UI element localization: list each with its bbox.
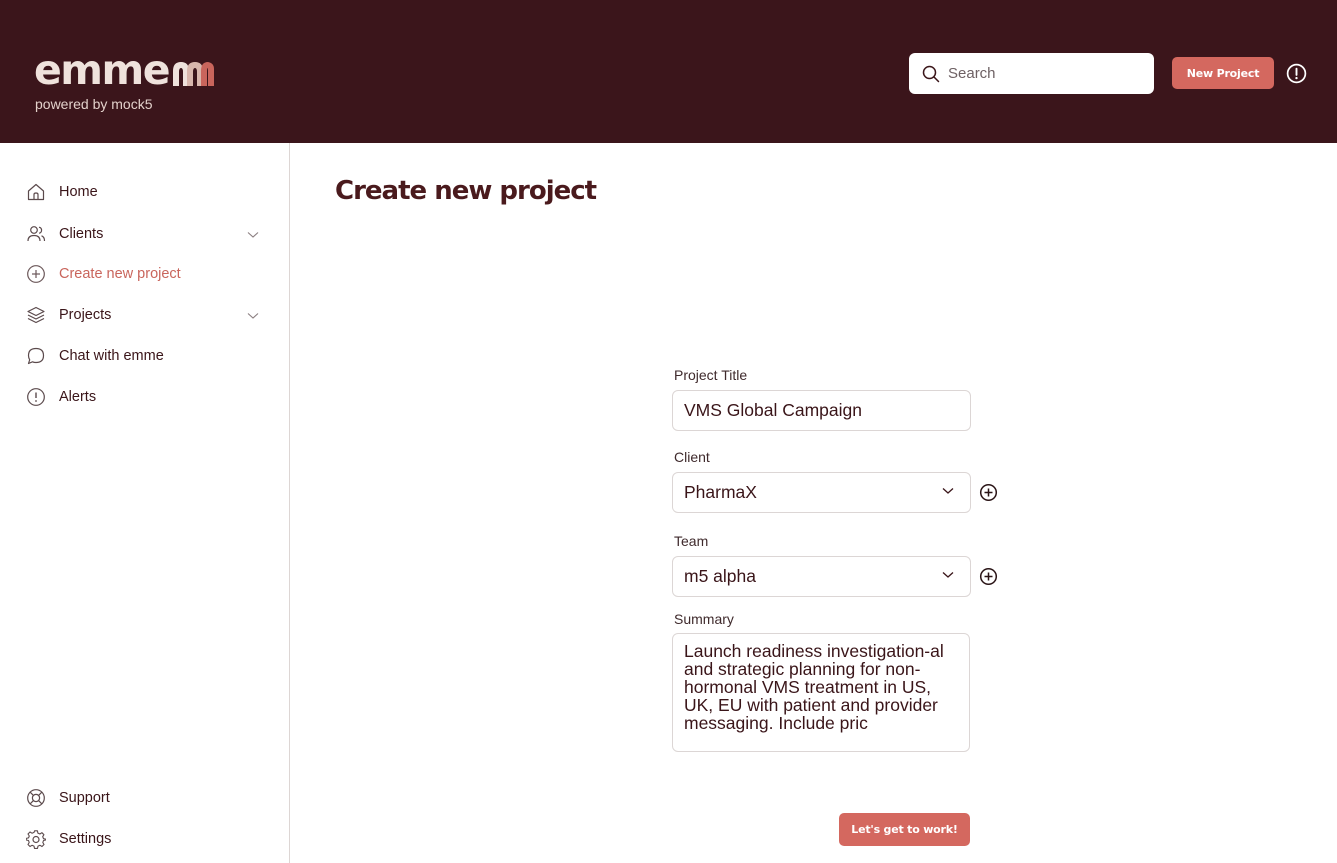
sidebar-item-home[interactable]: Home	[26, 180, 98, 204]
project-title-label: Project Title	[674, 367, 748, 383]
logo-mark-icon	[173, 62, 215, 86]
logo[interactable]: emme powered by mock5	[34, 50, 215, 112]
sidebar-item-settings[interactable]: Settings	[26, 827, 111, 851]
gear-icon	[26, 830, 46, 849]
chevron-down-icon	[942, 488, 954, 494]
sidebar-item-label: Clients	[59, 226, 104, 242]
sidebar-item-create-project[interactable]: Create new project	[26, 262, 181, 286]
sidebar-item-label: Support	[59, 790, 110, 806]
client-select[interactable]: PharmaX	[672, 472, 971, 513]
chevron-down-icon[interactable]	[246, 312, 260, 320]
chevron-down-icon	[942, 572, 954, 578]
sidebar-item-clients[interactable]: Clients	[26, 222, 266, 246]
client-value: PharmaX	[684, 482, 757, 502]
client-label: Client	[674, 449, 710, 465]
sidebar-item-label: Chat with emme	[59, 348, 164, 364]
sidebar-item-chat[interactable]: Chat with emme	[26, 344, 164, 368]
summary-label: Summary	[674, 611, 734, 627]
alert-circle-icon	[27, 388, 45, 406]
chevron-down-icon[interactable]	[246, 231, 260, 239]
alert-icon[interactable]	[1286, 63, 1307, 84]
chat-icon	[27, 347, 45, 365]
sidebar-item-label: Settings	[59, 831, 112, 847]
search-input[interactable]	[948, 65, 1138, 82]
summary-textarea[interactable]: Launch readiness investigation-al and st…	[672, 633, 970, 752]
sidebar-item-label: Home	[59, 184, 98, 200]
new-project-button[interactable]: New Project	[1172, 57, 1274, 89]
team-label: Team	[674, 533, 709, 549]
lifebuoy-icon	[27, 789, 45, 807]
plus-circle-icon	[27, 265, 45, 283]
sidebar-item-projects[interactable]: Projects	[26, 303, 266, 327]
top-header: emme powered by mock5 New Project	[0, 0, 1337, 143]
project-title-input[interactable]: VMS Global Campaign	[672, 390, 971, 431]
users-icon	[27, 226, 46, 242]
sidebar-item-label: Alerts	[59, 389, 97, 405]
page-title: Create new project	[335, 176, 597, 206]
project-title-value: VMS Global Campaign	[684, 400, 862, 420]
sidebar: Home Clients Create new project Projects…	[0, 143, 290, 863]
home-icon	[27, 183, 45, 201]
team-select[interactable]: m5 alpha	[672, 556, 971, 597]
sidebar-item-label: Projects	[59, 307, 112, 323]
sidebar-item-alerts[interactable]: Alerts	[26, 385, 96, 409]
search-box[interactable]	[909, 53, 1154, 94]
logo-subtitle: powered by mock5	[35, 96, 153, 112]
logo-wordmark: emme	[34, 46, 171, 94]
add-team-icon[interactable]	[979, 567, 998, 586]
layers-icon	[27, 306, 45, 324]
sidebar-item-label: Create new project	[59, 266, 181, 282]
sidebar-item-support[interactable]: Support	[26, 786, 110, 810]
submit-button[interactable]: Let's get to work!	[839, 813, 970, 846]
team-value: m5 alpha	[684, 566, 756, 586]
search-icon	[922, 65, 940, 82]
add-client-icon[interactable]	[979, 483, 998, 502]
